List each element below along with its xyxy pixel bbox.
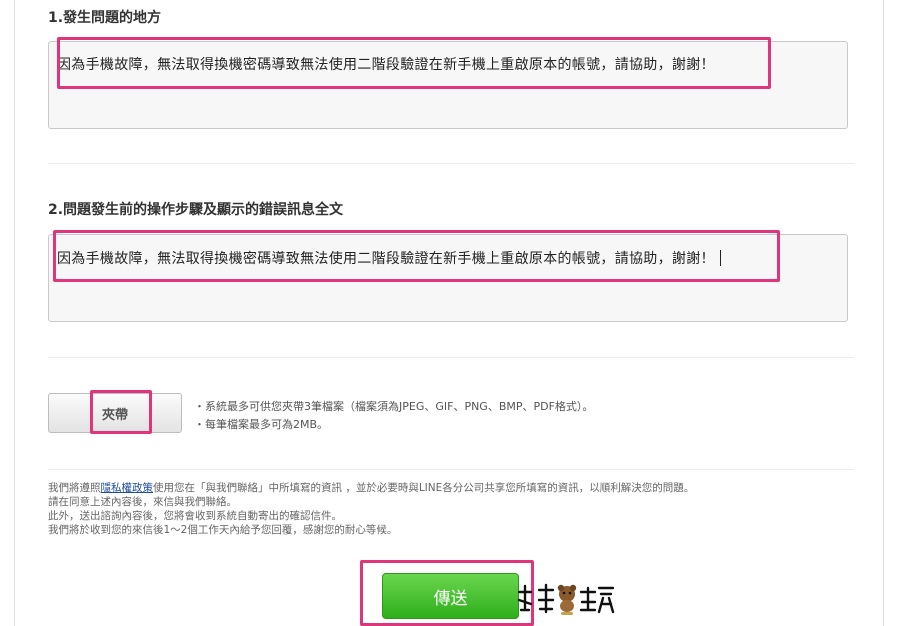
watermark-logo	[517, 583, 615, 615]
attachment-note: ・系統最多可供您夾帶3筆檔案（檔案須為JPEG、GIF、PNG、BMP、PDF格…	[194, 400, 594, 413]
notice-text: 此外，送出諮詢內容後，您將會收到系統自動寄出的確認信件。	[48, 510, 342, 522]
divider	[48, 163, 854, 164]
question-1-label: 1.發生問題的地方	[48, 10, 162, 26]
notice-text: 我們將遵照	[48, 482, 101, 494]
privacy-policy-link[interactable]: 隱私權政策	[101, 482, 154, 494]
question-2-highlight	[53, 230, 780, 282]
attachment-note: ・每筆檔案最多可為2MB。	[194, 418, 329, 431]
attachment-notes: ・系統最多可供您夾帶3筆檔案（檔案須為JPEG、GIF、PNG、BMP、PDF格…	[194, 398, 593, 434]
notice-text: 使用您在「與我們聯絡」中所填寫的資訊 ，並於必要時與LINE各分公司共享您所填寫…	[153, 482, 695, 494]
question-1-highlight	[57, 37, 771, 89]
divider	[48, 357, 854, 358]
question-2-label: 2.問題發生前的操作步驟及顯示的錯誤訊息全文	[48, 202, 344, 218]
notice-text: 請在同意上述內容後，來信與我們聯絡。	[48, 496, 237, 508]
privacy-notice: 我們將遵照隱私權政策使用您在「與我們聯絡」中所填寫的資訊 ，並於必要時與LINE…	[48, 481, 694, 537]
notice-text: 我們將於收到您的來信後1～2個工作天內給予您回覆，感謝您的耐心等候。	[48, 524, 398, 536]
divider	[48, 469, 854, 470]
send-button-highlight	[360, 560, 534, 626]
attach-button-highlight	[90, 390, 152, 434]
